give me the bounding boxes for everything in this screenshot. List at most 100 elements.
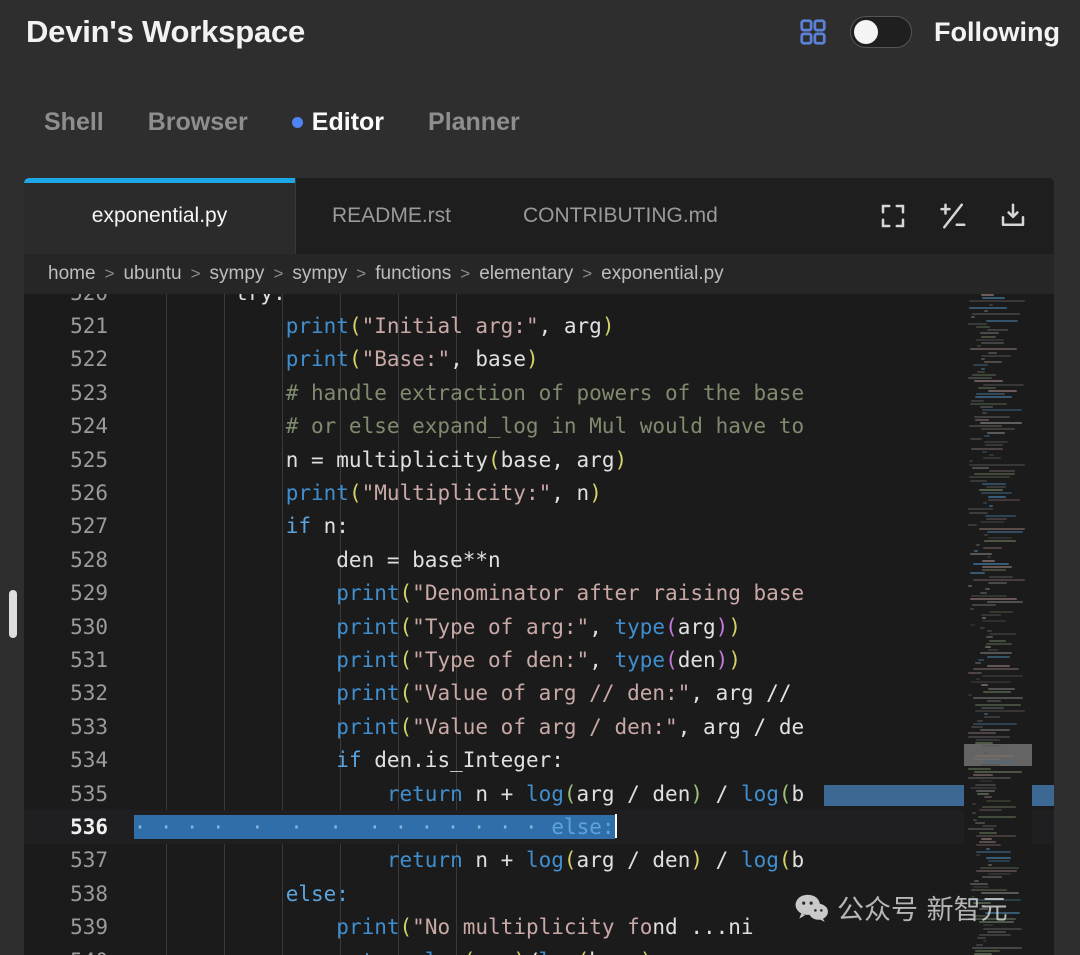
- minimap-line: [976, 393, 1005, 396]
- code-line[interactable]: 536 · · · · · · · · · · · · · · else:: [24, 810, 1054, 844]
- minimap-line: [969, 425, 1002, 428]
- minimap-line: [986, 799, 1011, 802]
- minimap-line: [981, 706, 1004, 709]
- minimap-line: [984, 540, 1016, 543]
- code-line[interactable]: 539 print("No multiplicity fond ...ni: [24, 910, 1054, 943]
- code-line-text: print("Denominator after raising base: [336, 581, 805, 606]
- minimap-line: [986, 636, 993, 639]
- minimap-line: [988, 351, 997, 354]
- code-line[interactable]: 524 # or else expand_log in Mul would ha…: [24, 410, 1054, 443]
- minimap-line: [971, 594, 1007, 597]
- breadcrumb-item[interactable]: ubuntu: [123, 263, 181, 285]
- code-editor[interactable]: 520 try:521 print("Initial arg:", arg)52…: [24, 294, 1054, 955]
- code-line[interactable]: 540 return log(arg)/log(base): [24, 944, 1054, 955]
- code-line[interactable]: 534 if den.is_Integer:: [24, 743, 1054, 776]
- minimap-line: [987, 329, 1008, 332]
- minimap-line: [981, 342, 1004, 344]
- code-line[interactable]: 530 print("Type of arg:", type(arg)): [24, 610, 1054, 643]
- line-number: 538: [70, 881, 108, 906]
- grid-apps-icon[interactable]: [798, 17, 828, 47]
- minimap-line: [977, 345, 981, 348]
- minimap-line: [973, 818, 977, 821]
- breadcrumb-separator: >: [582, 264, 593, 283]
- minimap-line: [970, 607, 974, 610]
- minimap-line: [970, 553, 992, 556]
- code-line[interactable]: 526 print("Multiplicity:", n): [24, 476, 1054, 509]
- download-icon[interactable]: [998, 201, 1028, 231]
- code-line[interactable]: 532 print("Value of arg // den:", arg //: [24, 677, 1054, 710]
- code-line[interactable]: 537 return n + log(arg / den) / log(b: [24, 844, 1054, 877]
- minimap-line: [977, 937, 986, 940]
- diff-icon[interactable]: [938, 201, 968, 231]
- minimap-line: [984, 361, 1002, 364]
- minimap-line: [968, 585, 972, 588]
- tab-editor[interactable]: Editor: [291, 108, 384, 137]
- minimap-line: [987, 556, 991, 559]
- line-number: 536: [70, 814, 108, 839]
- code-line[interactable]: 527 if n:: [24, 510, 1054, 543]
- tab-planner[interactable]: Planner: [428, 108, 520, 137]
- code-line[interactable]: 538 else:: [24, 877, 1054, 910]
- code-line[interactable]: 533 print("Value of arg / den:", arg / d…: [24, 710, 1054, 743]
- minimap-line: [975, 710, 1025, 712]
- breadcrumb-item[interactable]: functions: [375, 263, 451, 285]
- minimap-line: [976, 943, 983, 946]
- minimap-line: [981, 335, 996, 338]
- minimap-line: [968, 898, 1021, 901]
- minimap-line: [988, 390, 1017, 392]
- breadcrumb-item[interactable]: home: [48, 263, 96, 285]
- code-line[interactable]: 523 # handle extraction of powers of the…: [24, 376, 1054, 409]
- file-tab-exponential-py[interactable]: exponential.py: [24, 178, 296, 254]
- tab-browser[interactable]: Browser: [148, 108, 248, 137]
- breadcrumb-item[interactable]: exponential.py: [601, 263, 724, 285]
- code-line[interactable]: 522 print("Base:", base): [24, 343, 1054, 376]
- line-number: 531: [70, 647, 108, 672]
- minimap-line: [985, 761, 1012, 764]
- minimap-line: [976, 338, 1004, 341]
- left-scrollbar[interactable]: [9, 590, 17, 638]
- code-line-text: print("Value of arg // den:", arg //: [336, 681, 805, 706]
- file-tab-contributing-md[interactable]: CONTRIBUTING.md: [487, 178, 754, 254]
- minimap-line: [982, 450, 987, 453]
- minimap-line: [979, 934, 1011, 936]
- minimap-line: [976, 834, 1016, 837]
- minimap-line: [971, 316, 975, 319]
- code-line-text: print("Type of arg:", type(arg)): [336, 614, 741, 639]
- fullscreen-icon[interactable]: [878, 201, 908, 231]
- minimap-line: [980, 626, 985, 629]
- minimap-line: [986, 642, 1012, 645]
- breadcrumb-item[interactable]: sympy: [292, 263, 347, 285]
- minimap-line: [985, 911, 1020, 914]
- minimap-line: [989, 470, 1015, 472]
- file-tab-readme-rst[interactable]: README.rst: [296, 178, 487, 254]
- code-line[interactable]: 535 return n + log(arg / den) / log(b: [24, 777, 1054, 810]
- line-number: 526: [70, 481, 108, 506]
- line-number: 532: [70, 681, 108, 706]
- code-line-text: den = base**n: [134, 547, 501, 572]
- line-number: 539: [70, 915, 108, 940]
- minimap-line: [984, 716, 1000, 719]
- minimap-line: [971, 681, 1011, 684]
- minimap-line: [973, 697, 1023, 700]
- breadcrumb-item[interactable]: sympy: [210, 263, 265, 285]
- code-line[interactable]: 528 den = base**n: [24, 543, 1054, 576]
- minimap[interactable]: [964, 294, 1032, 955]
- line-number: 533: [70, 714, 108, 739]
- breadcrumb-item[interactable]: elementary: [479, 263, 573, 285]
- code-line[interactable]: 529 print("Denominator after raising bas…: [24, 577, 1054, 610]
- minimap-line: [982, 745, 1001, 748]
- code-line[interactable]: 531 print("Type of den:", type(den)): [24, 643, 1054, 676]
- minimap-line: [976, 678, 980, 680]
- code-line[interactable]: 520 try:: [24, 294, 1054, 309]
- code-line-text: n = multiplicity(base, arg): [134, 447, 628, 472]
- code-line[interactable]: 525 n = multiplicity(base, arg): [24, 443, 1054, 476]
- minimap-line: [975, 662, 981, 664]
- minimap-line: [977, 719, 983, 722]
- minimap-line: [980, 729, 1010, 732]
- tab-shell[interactable]: Shell: [44, 108, 104, 137]
- following-toggle[interactable]: [850, 16, 913, 48]
- minimap-line: [986, 319, 1018, 322]
- code-line[interactable]: 521 print("Initial arg:", arg): [24, 309, 1054, 342]
- minimap-line: [968, 377, 992, 380]
- minimap-line: [987, 601, 1023, 604]
